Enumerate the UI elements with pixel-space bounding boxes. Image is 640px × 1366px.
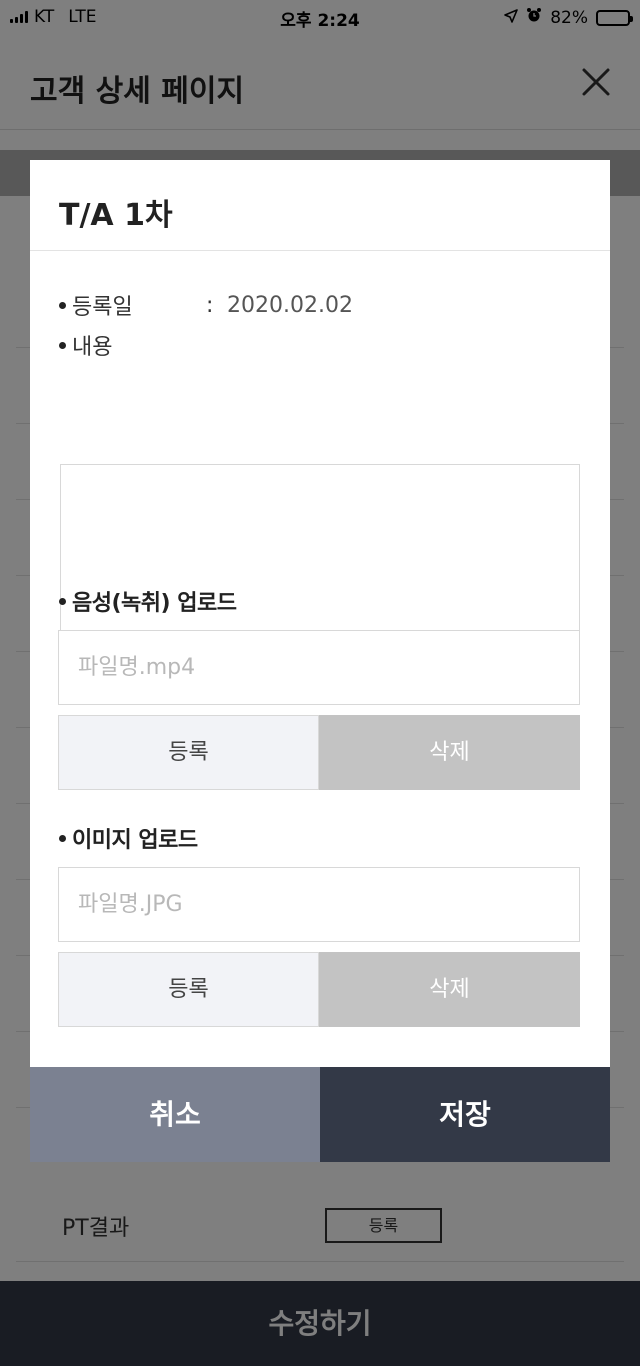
ta-modal: T/A 1차 등록일 : 2020.02.02 내용 음성(녹취) 업로드 파일… xyxy=(30,160,610,1162)
audio-file-input[interactable]: 파일명.mp4 xyxy=(58,630,580,705)
cancel-button[interactable]: 취소 xyxy=(30,1067,320,1162)
image-delete-button[interactable]: 삭제 xyxy=(319,952,580,1027)
registered-date-value: 2020.02.02 xyxy=(227,292,353,318)
audio-register-button[interactable]: 등록 xyxy=(58,715,319,790)
audio-upload-title: 음성(녹취) 업로드 xyxy=(72,591,237,616)
image-upload-title-line: 이미지 업로드 xyxy=(59,822,198,854)
bullet-icon xyxy=(59,834,66,842)
registered-date-label: 등록일 xyxy=(72,295,133,320)
image-file-input[interactable]: 파일명.JPG xyxy=(58,867,580,942)
bullet-icon xyxy=(59,341,66,349)
audio-upload-title-line: 음성(녹취) 업로드 xyxy=(59,585,237,617)
audio-button-row: 등록 삭제 xyxy=(58,715,580,790)
registered-date-line: 등록일 : 2020.02.02 xyxy=(59,289,579,321)
bullet-icon xyxy=(59,597,66,605)
bullet-icon xyxy=(59,301,66,309)
image-register-button[interactable]: 등록 xyxy=(58,952,319,1027)
modal-header: T/A 1차 xyxy=(30,160,610,251)
modal-footer: 취소 저장 xyxy=(30,1067,610,1162)
image-upload-title: 이미지 업로드 xyxy=(72,828,198,853)
content-label-line: 내용 xyxy=(59,329,112,361)
registered-date-separator: : xyxy=(206,292,214,318)
modal-title: T/A 1차 xyxy=(59,198,173,233)
content-label: 내용 xyxy=(72,335,113,360)
audio-delete-button[interactable]: 삭제 xyxy=(319,715,580,790)
content-textarea[interactable] xyxy=(60,464,580,644)
save-button[interactable]: 저장 xyxy=(320,1067,610,1162)
image-button-row: 등록 삭제 xyxy=(58,952,580,1027)
